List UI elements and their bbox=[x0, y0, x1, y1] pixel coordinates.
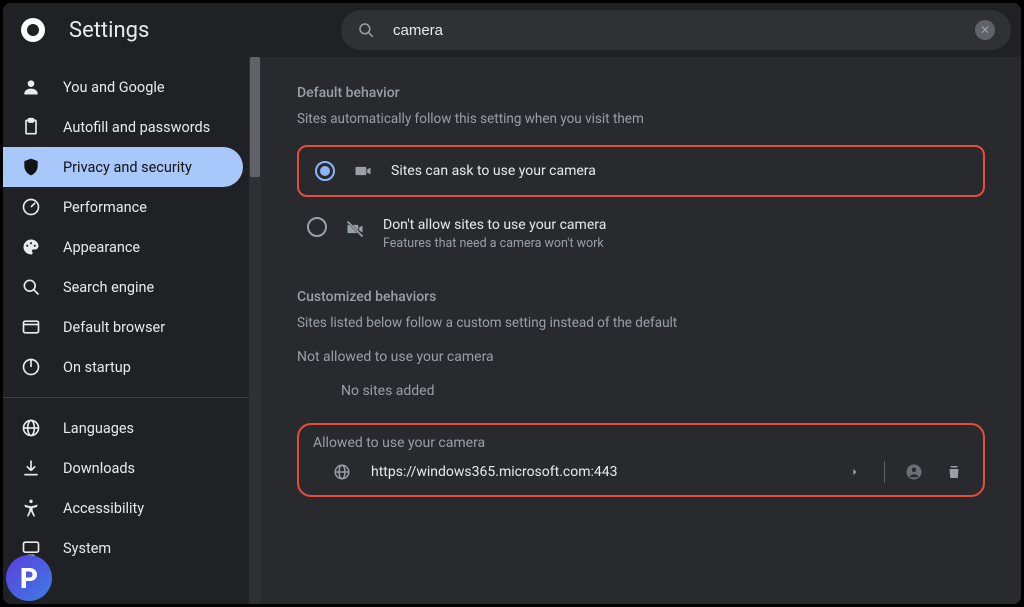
default-behavior-title: Default behavior bbox=[297, 85, 985, 101]
sidebar-divider bbox=[3, 397, 261, 398]
sidebar-item-label: Performance bbox=[63, 199, 147, 216]
search-box[interactable]: ✕ bbox=[341, 10, 1011, 50]
allowed-site-url: https://windows365.microsoft.com:443 bbox=[371, 464, 826, 480]
sidebar-item-label: Appearance bbox=[63, 239, 140, 256]
radio-checked-icon bbox=[315, 161, 335, 181]
palette-icon bbox=[21, 237, 41, 257]
delete-icon[interactable] bbox=[943, 463, 965, 481]
sidebar-item-performance[interactable]: Performance bbox=[3, 187, 243, 227]
sidebar-item-on-startup[interactable]: On startup bbox=[3, 347, 243, 387]
gauge-icon bbox=[21, 197, 41, 217]
sidebar-scrollbar-thumb[interactable] bbox=[250, 57, 260, 177]
default-behavior-desc: Sites automatically follow this setting … bbox=[297, 111, 985, 127]
sidebar-item-label: System bbox=[63, 540, 111, 557]
sidebar-item-appearance[interactable]: Appearance bbox=[3, 227, 243, 267]
globe-icon bbox=[21, 418, 41, 438]
sidebar-item-label: On startup bbox=[63, 359, 131, 376]
highlight-allowed-section: Allowed to use your camera https://windo… bbox=[297, 423, 985, 497]
search-icon bbox=[357, 21, 375, 39]
sidebar-item-label: Autofill and passwords bbox=[63, 119, 210, 136]
camera-on-icon bbox=[353, 161, 373, 181]
sidebar-item-label: Default browser bbox=[63, 319, 165, 336]
expand-icon[interactable] bbox=[844, 467, 866, 477]
sidebar-item-label: Languages bbox=[63, 420, 134, 437]
sidebar-item-label: Downloads bbox=[63, 460, 135, 477]
managed-icon bbox=[903, 463, 925, 481]
blocked-section-title: Not allowed to use your camera bbox=[297, 349, 985, 365]
radio-sites-can-ask[interactable]: Sites can ask to use your camera bbox=[305, 149, 977, 193]
highlight-allow-option: Sites can ask to use your camera bbox=[297, 145, 985, 197]
sidebar-item-default-browser[interactable]: Default browser bbox=[3, 307, 243, 347]
watermark-badge: P bbox=[6, 555, 52, 601]
search-icon bbox=[21, 277, 41, 297]
page-title: Settings bbox=[69, 18, 329, 43]
sidebar-item-privacy-security[interactable]: Privacy and security bbox=[3, 147, 243, 187]
sidebar-item-search-engine[interactable]: Search engine bbox=[3, 267, 243, 307]
vertical-divider bbox=[884, 461, 885, 483]
sidebar-item-label: You and Google bbox=[63, 79, 165, 96]
blocked-empty-text: No sites added bbox=[297, 365, 985, 405]
search-input[interactable] bbox=[393, 22, 975, 39]
sidebar-item-you-and-google[interactable]: You and Google bbox=[3, 67, 243, 107]
camera-off-icon bbox=[345, 219, 365, 239]
sidebar-item-label: Search engine bbox=[63, 279, 154, 296]
power-icon bbox=[21, 357, 41, 377]
globe-icon bbox=[331, 463, 353, 481]
sidebar-item-downloads[interactable]: Downloads bbox=[3, 448, 243, 488]
clipboard-icon bbox=[21, 117, 41, 137]
shield-icon bbox=[21, 157, 41, 177]
sidebar-item-autofill[interactable]: Autofill and passwords bbox=[3, 107, 243, 147]
sidebar-item-label: Accessibility bbox=[63, 500, 144, 517]
accessibility-icon bbox=[21, 498, 41, 518]
browser-icon bbox=[21, 317, 41, 337]
chrome-logo-icon bbox=[21, 18, 45, 42]
custom-behaviors-title: Customized behaviors bbox=[297, 289, 985, 305]
radio-sub-label: Features that need a camera won't work bbox=[383, 236, 606, 251]
clear-search-icon[interactable]: ✕ bbox=[975, 20, 995, 40]
radio-dont-allow[interactable]: Don't allow sites to use your camera Fea… bbox=[297, 205, 985, 263]
custom-behaviors-desc: Sites listed below follow a custom setti… bbox=[297, 315, 985, 331]
download-icon bbox=[21, 458, 41, 478]
main-panel: Default behavior Sites automatically fol… bbox=[261, 57, 1021, 604]
radio-label: Sites can ask to use your camera bbox=[391, 163, 596, 179]
radio-unchecked-icon bbox=[307, 217, 327, 237]
allowed-site-row[interactable]: https://windows365.microsoft.com:443 bbox=[313, 451, 969, 483]
person-icon bbox=[21, 77, 41, 97]
radio-label: Don't allow sites to use your camera bbox=[383, 217, 606, 233]
allowed-section-title: Allowed to use your camera bbox=[313, 435, 969, 451]
sidebar: You and Google Autofill and passwords Pr… bbox=[3, 57, 261, 604]
sidebar-item-languages[interactable]: Languages bbox=[3, 408, 243, 448]
sidebar-item-label: Privacy and security bbox=[63, 159, 192, 176]
sidebar-item-accessibility[interactable]: Accessibility bbox=[3, 488, 243, 528]
